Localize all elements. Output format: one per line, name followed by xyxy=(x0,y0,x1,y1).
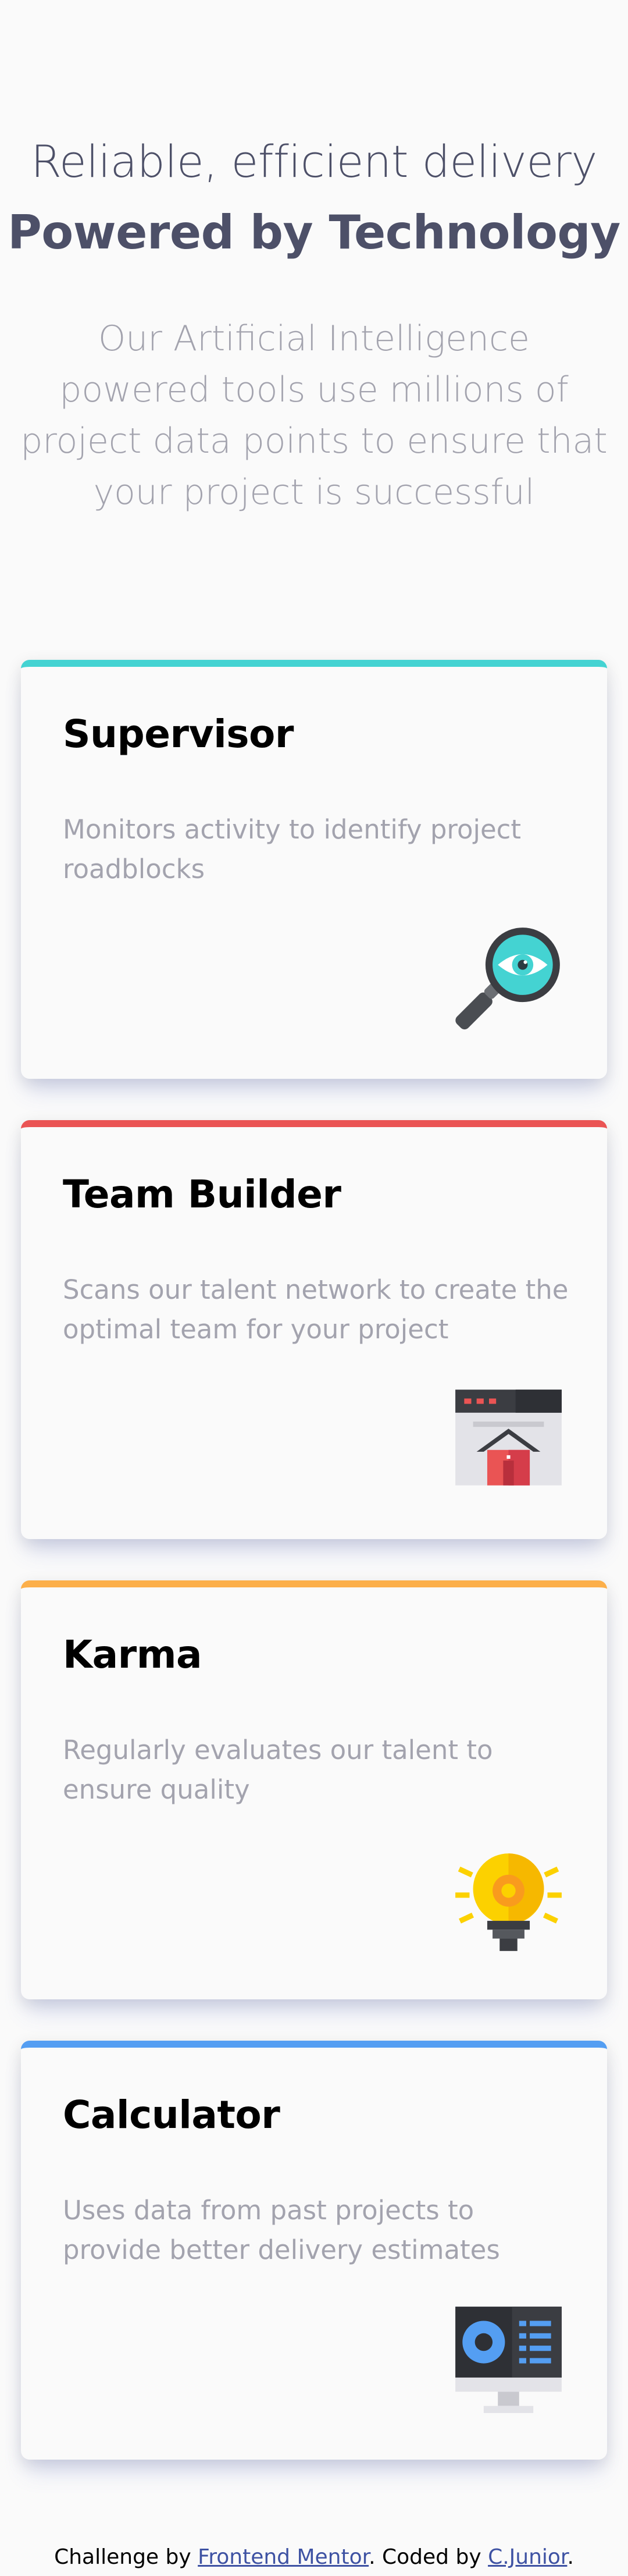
card-supervisor: Supervisor Monitors activity to identify… xyxy=(21,660,607,1079)
card-description: Regularly evaluates our talent to ensure… xyxy=(63,1735,493,1805)
card-title: Calculator xyxy=(63,2092,280,2137)
card-description: Uses data from past projects to provide … xyxy=(63,2195,500,2265)
frontend-mentor-link[interactable]: Frontend Mentor xyxy=(198,2545,369,2569)
card-title: Supervisor xyxy=(63,712,294,756)
card-team-builder: Team Builder Scans our talent network to… xyxy=(21,1120,607,1539)
footer-prefix: Challenge by xyxy=(54,2545,191,2569)
author-link[interactable]: C.Junior xyxy=(488,2545,567,2569)
attribution-footer: Challenge by Frontend Mentor. Coded by C… xyxy=(0,2545,628,2569)
card-description: Scans our talent network to create the o… xyxy=(63,1274,569,1345)
footer-middle: . Coded by xyxy=(369,2545,481,2569)
card-title: Team Builder xyxy=(63,1172,341,1217)
magnifier-eye-icon xyxy=(452,922,565,1036)
lightbulb-icon xyxy=(452,1843,565,1956)
hero-heading-bold: Powered by Technology xyxy=(8,205,620,260)
footer-suffix: . xyxy=(567,2545,574,2569)
hero-description: Our Artificial Intelligence powered tool… xyxy=(20,318,608,513)
hero-heading-light: Reliable, efficient delivery xyxy=(31,136,597,187)
card-karma: Karma Regularly evaluates our talent to … xyxy=(21,1580,607,1999)
monitor-calculator-icon xyxy=(452,2303,565,2417)
browser-house-icon xyxy=(452,1383,565,1496)
card-title: Karma xyxy=(63,1632,202,1677)
card-description: Monitors activity to identify project ro… xyxy=(63,814,522,884)
card-calculator: Calculator Uses data from past projects … xyxy=(21,2041,607,2460)
